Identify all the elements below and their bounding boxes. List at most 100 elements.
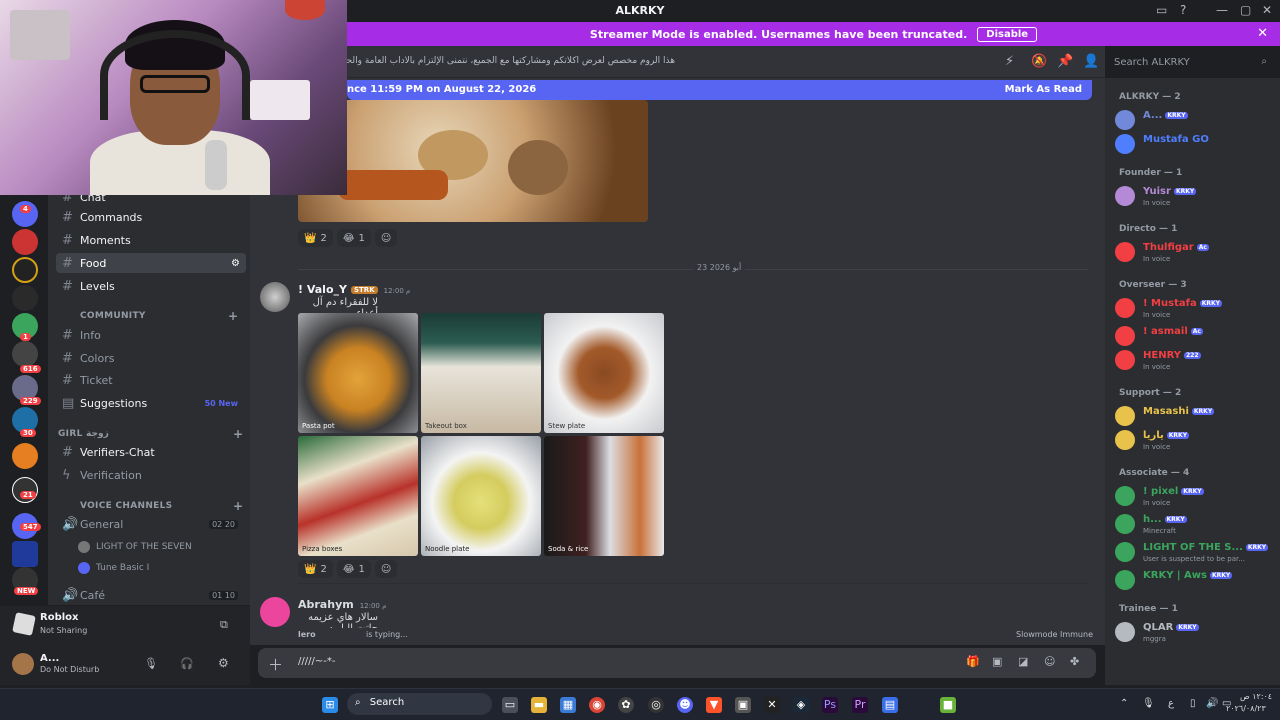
network-icon[interactable]: ▯	[1190, 698, 1196, 709]
author-name[interactable]: ! Valo_Y	[298, 283, 347, 296]
photo[interactable]: Stew plate	[544, 313, 664, 433]
channel-suggestions[interactable]: ▤ Suggestions 50 New	[56, 393, 246, 413]
add-reaction-button[interactable]: ☺	[374, 560, 398, 578]
add-channel-icon[interactable]: +	[233, 427, 243, 441]
channel-ticket[interactable]: # Ticket	[56, 370, 246, 390]
add-channel-icon[interactable]: +	[233, 499, 243, 513]
clock-time[interactable]: ١٢:٠٤ ص	[1240, 692, 1272, 701]
pin-icon[interactable]: 📌	[1057, 54, 1073, 69]
channel-food[interactable]: # Food ⚙	[56, 253, 246, 273]
photo[interactable]: Noodle plate	[421, 436, 541, 556]
upload-plus-icon[interactable]: ＋	[268, 654, 283, 675]
help-icon[interactable]: ?	[1180, 3, 1186, 17]
taskbar-search[interactable]: ⌕ Search	[347, 693, 492, 715]
members-icon[interactable]: 👤	[1083, 54, 1099, 69]
brave-icon[interactable]: ▼	[706, 697, 722, 713]
message-author[interactable]: Abrahym 12:00 م	[298, 598, 386, 611]
voice-user[interactable]: Tune Basic I	[78, 562, 149, 574]
message-author[interactable]: ! Valo_Y STRK 12:00 م	[298, 283, 410, 296]
member-item[interactable]: QLAR KRKY mggra	[1115, 620, 1275, 648]
channel-verifiers-chat[interactable]: # Verifiers-Chat	[56, 442, 246, 462]
server-icon[interactable]	[12, 257, 38, 283]
server-icon[interactable]	[12, 229, 38, 255]
voice-channel-general[interactable]: 🔊 General 02 20	[56, 514, 246, 534]
reaction[interactable]: 👑 2	[298, 560, 333, 578]
add-channel-icon[interactable]: +	[228, 309, 238, 323]
store-icon[interactable]: ▦	[560, 697, 576, 713]
server-icon[interactable]	[12, 341, 38, 367]
apps-icon[interactable]: ✤	[1070, 655, 1079, 668]
user-settings-icon[interactable]: ⚙	[218, 656, 229, 670]
gif-icon[interactable]: ▣	[992, 655, 1002, 668]
photo[interactable]: Takeout box	[421, 313, 541, 433]
channel-commands[interactable]: # Commands	[56, 207, 246, 227]
windows-start-icon[interactable]: ⊞	[322, 697, 338, 713]
clock-date[interactable]: ٢٠٢٦/٠٨/٢٣	[1226, 704, 1266, 713]
member-item[interactable]: LIGHT OF THE S... KRKY User is suspected t…	[1115, 540, 1275, 568]
capcut-icon[interactable]: ✕	[764, 697, 780, 713]
member-item[interactable]: HENRY 222 In voice	[1115, 348, 1275, 376]
category-voice[interactable]: VOICE CHANNELS +	[80, 499, 243, 513]
tray-chevron-icon[interactable]: ⌃	[1120, 698, 1128, 709]
inbox-icon[interactable]: ▭	[1156, 3, 1167, 17]
member-item[interactable]: KRKY | Aws KRKY	[1115, 568, 1275, 596]
obs-icon[interactable]: ◎	[648, 697, 664, 713]
discord-icon[interactable]: ☻	[677, 697, 693, 713]
file-explorer-icon[interactable]: ▬	[531, 697, 547, 713]
message-list[interactable]: 👑 2 😂 1 ☺ 23 أبو 2026 ! Valo_Y STRK 12:00 م …	[250, 78, 1105, 645]
member-item[interactable]: ! pixel KRKY In voice	[1115, 484, 1275, 512]
avatar[interactable]	[260, 282, 290, 312]
channel-verification[interactable]: ϟ Verification	[56, 465, 246, 485]
member-item[interactable]: Yuisr KRKY In voice	[1115, 184, 1275, 212]
voice-user[interactable]: LIGHT OF THE SEVEN	[78, 541, 192, 553]
photo[interactable]: Pizza boxes	[298, 436, 418, 556]
maximize-button[interactable]: ▢	[1240, 3, 1251, 17]
category-community[interactable]: COMMUNITY +	[80, 309, 238, 323]
reaction[interactable]: 😂 1	[336, 229, 371, 247]
author-name[interactable]: Abrahym	[298, 598, 354, 611]
minimize-button[interactable]: —	[1216, 3, 1228, 17]
member-item[interactable]: Thulfigar Ac In voice	[1115, 240, 1275, 268]
member-item[interactable]: ! Mustafa KRKY In voice	[1115, 296, 1275, 324]
sticker-icon[interactable]: ◪	[1018, 655, 1028, 668]
server-icon[interactable]	[12, 443, 38, 469]
app-icon[interactable]: ▤	[882, 697, 898, 713]
close-window-button[interactable]: ✕	[1262, 3, 1272, 17]
reaction[interactable]: 👑 2	[298, 229, 333, 247]
headphones-icon[interactable]: 🎧	[180, 657, 194, 670]
channel-moments[interactable]: # Moments	[56, 230, 246, 250]
mic-icon[interactable]: 🎙	[144, 657, 158, 670]
channel-levels[interactable]: # Levels	[56, 276, 246, 296]
volume-icon[interactable]: 🔊	[1206, 698, 1218, 709]
threads-icon[interactable]: ⚡	[1005, 54, 1014, 69]
composer-input[interactable]: /////~-*-	[298, 656, 335, 667]
search-input[interactable]: Search ALKRKY ⌕	[1108, 53, 1272, 73]
message-composer[interactable]: ＋ /////~-*- 🎁 ▣ ◪ ☺ ✤	[258, 648, 1096, 678]
new-messages-bar[interactable]: nce 11:59 PM on August 22, 2026 Mark As …	[347, 80, 1092, 100]
avatar[interactable]	[260, 597, 290, 627]
add-reaction-button[interactable]: ☺	[374, 229, 398, 247]
server-icon[interactable]	[12, 477, 38, 503]
tray-mic-icon[interactable]: 🎙	[1142, 698, 1155, 709]
server-icon[interactable]	[12, 285, 38, 311]
emoji-icon[interactable]: ☺	[1044, 655, 1055, 668]
member-item[interactable]: Mustafa GO	[1115, 132, 1275, 160]
app-icon[interactable]: ▣	[735, 697, 751, 713]
minecraft-icon[interactable]: ■	[940, 697, 956, 713]
food-image[interactable]	[298, 100, 648, 222]
task-view-icon[interactable]: ▭	[502, 697, 518, 713]
steam-icon[interactable]: ◈	[793, 697, 809, 713]
input-language[interactable]: ع	[1168, 698, 1174, 709]
avatar[interactable]	[12, 653, 34, 675]
member-item[interactable]: ياريا KRKY In voice	[1115, 428, 1275, 456]
channel-colors[interactable]: # Colors	[56, 348, 246, 368]
gift-icon[interactable]: 🎁	[966, 655, 980, 668]
mark-as-read-button[interactable]: Mark As Read	[1005, 84, 1082, 95]
app-icon[interactable]: ✿	[618, 697, 634, 713]
voice-channel-cafe[interactable]: 🔊 Café 01 10	[56, 585, 246, 605]
disable-button[interactable]: Disable	[977, 26, 1038, 42]
screen-share-icon[interactable]: ⧉	[220, 618, 228, 632]
photo[interactable]: Soda & rice	[544, 436, 664, 556]
settings-icon[interactable]: ⚙	[231, 258, 240, 269]
channel-chat[interactable]: # Chat	[56, 195, 246, 207]
